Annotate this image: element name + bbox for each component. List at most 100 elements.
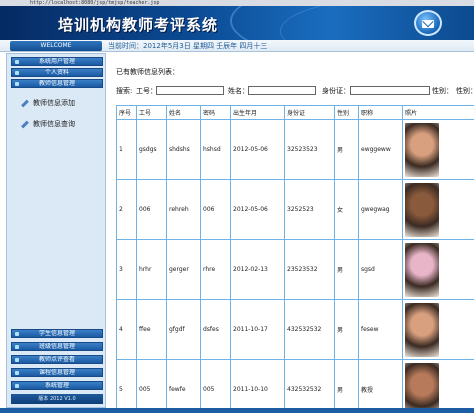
cell-no: 1 — [116, 119, 137, 180]
status-bar: WELCOME 当前时间：2012年5月3日 星期四 壬辰年 四月十三 — [0, 40, 474, 52]
cell-gender: 男 — [334, 239, 359, 300]
teacher-table: 序号 工号 姓名 密码 出生年月 身份证 性别 职称 照片 1 gsdgs sh… — [116, 105, 474, 408]
cell-idcard: 432532532 — [284, 359, 335, 408]
teacher-photo[interactable] — [405, 302, 439, 357]
cell-birth: 2011-10-10 — [230, 359, 285, 408]
table-row[interactable]: 1 gsdgs shdshs hshsd 2012-05-06 32523523… — [116, 119, 474, 180]
sidebar: 系统用户管理 个人资料 教师信息管理 教师信息添加 教师信息查询 学生信息管理 … — [6, 53, 106, 408]
section-title: 已有教师信息列表： — [116, 68, 179, 76]
cell-password: rhre — [200, 239, 231, 300]
col-header[interactable]: 照片 — [402, 105, 474, 120]
name-label: 姓名： — [228, 87, 249, 95]
cell-photo — [402, 299, 474, 360]
table-header-row: 序号 工号 姓名 密码 出生年月 身份证 性别 职称 照片 — [116, 105, 474, 120]
banner-swoosh-2 — [280, 6, 474, 40]
col-header[interactable]: 身份证 — [284, 105, 335, 120]
name-search-input[interactable] — [248, 86, 316, 95]
cell-gender: 女 — [334, 179, 359, 240]
sidebar-item-label: 学生信息管理 — [38, 330, 75, 337]
cell-photo — [402, 179, 474, 240]
folder-icon — [15, 82, 19, 86]
cell-id: hrhr — [136, 239, 167, 300]
sidebar-item-reviews[interactable]: 教师点评查看 — [11, 355, 103, 364]
cell-password: hshsd — [200, 119, 231, 180]
table-row[interactable]: 5 005 fewfe 005 2011-10-10 432532532 男 教… — [116, 359, 474, 408]
search-label: 搜索: — [116, 87, 133, 95]
table-row[interactable]: 2 006 rehreh 006 2012-05-06 3252523 女 gw… — [116, 179, 474, 240]
col-header[interactable]: 密码 — [200, 105, 231, 120]
col-header[interactable]: 职称 — [358, 105, 403, 120]
sidebar-item-label: 课程信息管理 — [38, 369, 75, 376]
cell-gender: 男 — [334, 359, 359, 408]
cell-idcard: 3252523 — [284, 179, 335, 240]
pencil-icon — [21, 120, 29, 128]
idcard-search-input[interactable] — [350, 86, 430, 95]
sidebar-item-label: 教师信息管理 — [38, 80, 75, 87]
idcard-label: 身份证： — [322, 87, 350, 95]
sidebar-subitem-label: 教师信息添加 — [33, 99, 75, 107]
teacher-photo[interactable] — [405, 122, 439, 177]
sidebar-item-students[interactable]: 学生信息管理 — [11, 329, 103, 338]
cell-idcard: 432532532 — [284, 299, 335, 360]
cell-idcard: 32523523 — [284, 119, 335, 180]
mail-icon[interactable] — [414, 10, 442, 36]
cell-password: 005 — [200, 359, 231, 408]
sidebar-item-classes[interactable]: 班级信息管理 — [11, 342, 103, 351]
cell-title: gwegwag — [358, 179, 403, 240]
folder-icon — [15, 60, 19, 64]
cell-title: 教授 — [358, 359, 403, 408]
table-row[interactable]: 3 hrhr gerger rhre 2012-02-13 23523532 男… — [116, 239, 474, 300]
id-search-input[interactable] — [156, 86, 224, 95]
col-header[interactable]: 工号 — [136, 105, 167, 120]
main-content: 已有教师信息列表： 搜索: 工号： 姓名： 身份证： 性别： 性别： 序号 工号… — [110, 53, 474, 408]
sidebar-item-teacher-management[interactable]: 教师信息管理 — [11, 79, 103, 88]
sidebar-item-profile[interactable]: 个人资料 — [11, 68, 103, 77]
cell-no: 4 — [116, 299, 137, 360]
cell-name: shdshs — [166, 119, 201, 180]
title-label: 性别： — [456, 87, 474, 95]
table-row[interactable]: 4 ffee gfgdf dsfes 2011-10-17 432532532 … — [116, 299, 474, 360]
cell-photo — [402, 119, 474, 180]
folder-icon — [15, 71, 19, 75]
gender-label: 性别： — [432, 87, 453, 95]
sidebar-subitem-add-teacher[interactable]: 教师信息添加 — [21, 98, 75, 108]
copyright: 版本 2012 V1.0 — [11, 394, 103, 404]
cell-birth: 2011-10-17 — [230, 299, 285, 360]
cell-name: rehreh — [166, 179, 201, 240]
cell-id: 006 — [136, 179, 167, 240]
folder-icon — [15, 384, 19, 388]
sidebar-subitem-query-teacher[interactable]: 教师信息查询 — [21, 119, 75, 129]
col-header[interactable]: 姓名 — [166, 105, 201, 120]
sidebar-item-label: 个人资料 — [44, 69, 69, 76]
cell-id: gsdgs — [136, 119, 167, 180]
cell-name: fewfe — [166, 359, 201, 408]
sidebar-item-system-users[interactable]: 系统用户管理 — [11, 57, 103, 66]
cell-id: 005 — [136, 359, 167, 408]
folder-icon — [15, 332, 19, 336]
cell-no: 5 — [116, 359, 137, 408]
teacher-photo[interactable] — [405, 242, 439, 297]
cell-id: ffee — [136, 299, 167, 360]
col-header[interactable]: 序号 — [116, 105, 137, 120]
folder-icon — [15, 345, 19, 349]
current-time: 当前时间：2012年5月3日 星期四 壬辰年 四月十三 — [108, 42, 268, 50]
cell-no: 3 — [116, 239, 137, 300]
teacher-photo[interactable] — [405, 182, 439, 237]
cell-photo — [402, 239, 474, 300]
teacher-photo[interactable] — [405, 362, 439, 408]
cell-password: dsfes — [200, 299, 231, 360]
cell-title: fesew — [358, 299, 403, 360]
col-header[interactable]: 出生年月 — [230, 105, 285, 120]
sidebar-item-system[interactable]: 系统管理 — [11, 381, 103, 390]
id-label: 工号： — [136, 87, 157, 95]
system-title: 培训机构教师考评系统 — [58, 16, 219, 34]
search-bar: 搜索: 工号： 姓名： 身份证： 性别： 性别： — [116, 86, 474, 96]
sidebar-item-label: 系统管理 — [44, 382, 69, 389]
cell-title: ewggeww — [358, 119, 403, 180]
sidebar-item-courses[interactable]: 课程信息管理 — [11, 368, 103, 377]
sidebar-subitem-label: 教师信息查询 — [33, 120, 75, 128]
folder-icon — [15, 358, 19, 362]
sidebar-item-label: 班级信息管理 — [38, 343, 75, 350]
col-header[interactable]: 性别 — [334, 105, 359, 120]
bottom-bar — [0, 408, 474, 413]
